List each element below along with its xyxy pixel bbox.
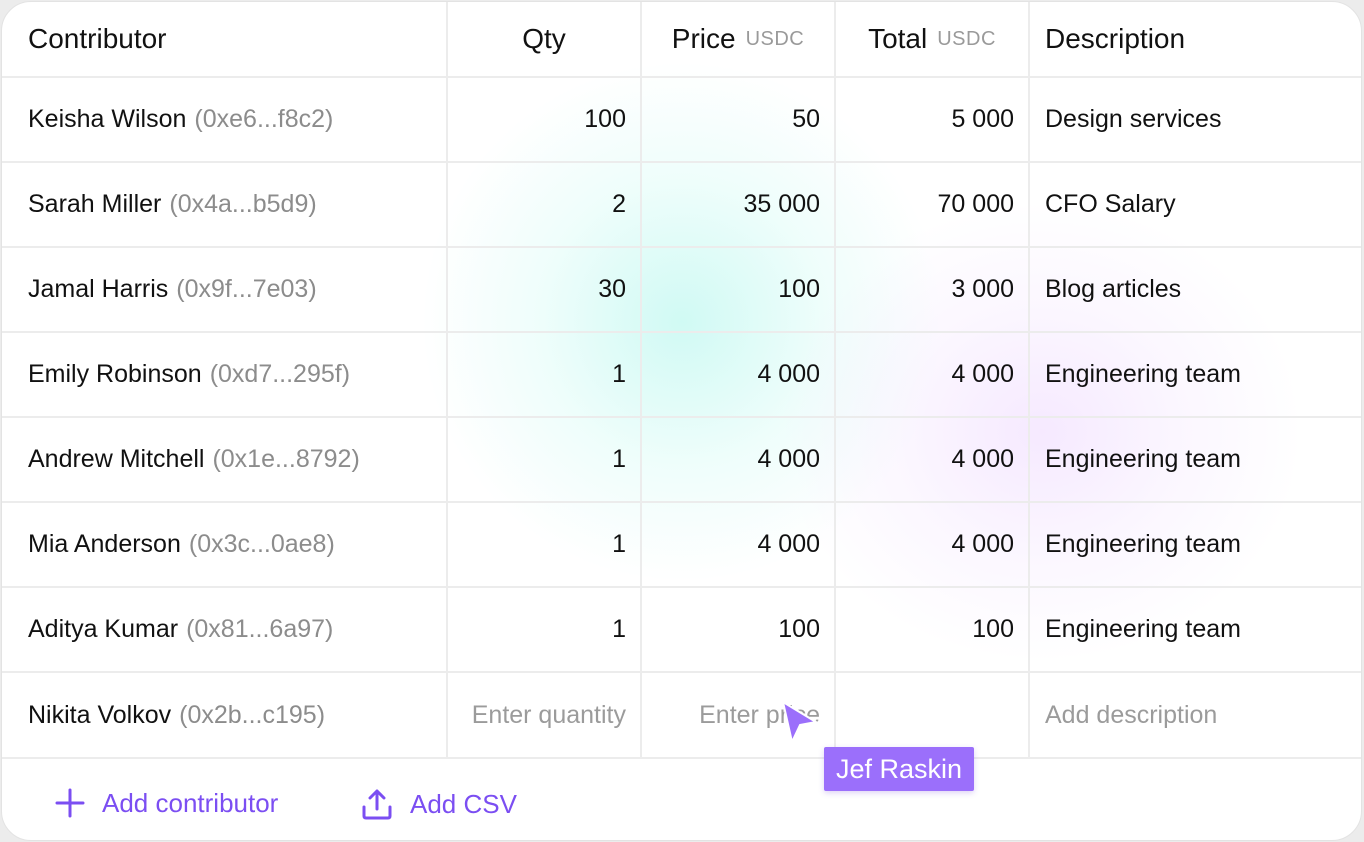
price-cell[interactable]: 35 000 — [640, 163, 834, 246]
price-cell[interactable]: 100 — [640, 248, 834, 331]
contributor-address: (0x81...6a97) — [186, 615, 334, 643]
contributor-name: Nikita Volkov — [28, 700, 172, 729]
table-row[interactable]: Keisha Wilson (0xe6...f8c2) 100 50 5 000 … — [2, 78, 1361, 163]
price-cell[interactable]: 100 — [640, 588, 834, 671]
contributor-cell[interactable]: Sarah Miller (0x4a...b5d9) — [2, 163, 446, 246]
total-cell: 5 000 — [834, 78, 1028, 161]
description-cell[interactable]: Engineering team — [1028, 418, 1361, 501]
price-cell[interactable]: 4 000 — [640, 503, 834, 586]
contributor-name: Andrew Mitchell — [28, 445, 205, 473]
qty-cell[interactable]: 2 — [446, 163, 640, 246]
header-price-unit: USDC — [745, 27, 805, 50]
upload-icon — [362, 789, 392, 820]
qty-cell[interactable]: 1 — [446, 503, 640, 586]
header-total: Total USDC — [834, 2, 1028, 76]
price-cell[interactable]: 4 000 — [640, 418, 834, 501]
table-row[interactable]: Jamal Harris (0x9f...7e03) 30 100 3 000 B… — [2, 248, 1361, 333]
collaborator-name: Jef Raskin — [836, 753, 963, 784]
contributor-address: (0xd7...295f) — [209, 360, 351, 388]
description-cell[interactable]: Blog articles — [1028, 248, 1361, 331]
description-cell[interactable]: Design services — [1028, 78, 1361, 161]
qty-cell[interactable]: 1 — [446, 418, 640, 501]
contributor-address: (0xe6...f8c2) — [194, 105, 334, 133]
contributor-address: (0x4a...b5d9) — [169, 190, 317, 218]
header-description: Description — [1028, 2, 1361, 76]
contributor-cell[interactable]: Aditya Kumar (0x81...6a97) — [2, 588, 446, 671]
header-total-label: Total — [868, 23, 928, 54]
header-description-label: Description — [1045, 23, 1186, 54]
new-contributor-row[interactable]: Nikita Volkov (0x2b...c195) Enter quantit… — [2, 673, 1361, 759]
header-contributor: Contributor — [2, 2, 446, 76]
table-header-row: Contributor Qty Price USDC Total USDC De… — [2, 2, 1361, 78]
total-cell — [834, 673, 1028, 757]
table-row[interactable]: Mia Anderson (0x3c...0ae8) 1 4 000 4 000 … — [2, 503, 1361, 588]
total-cell: 4 000 — [834, 503, 1028, 586]
contributor-cell[interactable]: Mia Anderson (0x3c...0ae8) — [2, 503, 446, 586]
description-input[interactable]: Add description — [1028, 673, 1361, 757]
total-cell: 100 — [834, 588, 1028, 671]
header-total-unit: USDC — [937, 27, 996, 50]
contributor-name: Sarah Miller — [28, 190, 162, 218]
description-cell[interactable]: CFO Salary — [1028, 163, 1361, 246]
plus-icon — [55, 788, 85, 818]
contributor-cell[interactable]: Jamal Harris (0x9f...7e03) — [2, 248, 446, 331]
qty-cell[interactable]: 30 — [446, 248, 640, 331]
contributor-name: Jamal Harris — [28, 275, 169, 303]
contributor-name: Mia Anderson — [28, 530, 181, 558]
contributor-cell[interactable]: Andrew Mitchell (0x1e...8792) — [2, 418, 446, 501]
add-contributor-label: Add contributor — [102, 787, 279, 818]
collaborator-cursor-icon — [782, 701, 817, 743]
description-cell[interactable]: Engineering team — [1028, 333, 1361, 416]
contributors-table-card: Contributor Qty Price USDC Total USDC De… — [1, 1, 1362, 841]
table-row[interactable]: Sarah Miller (0x4a...b5d9) 2 35 000 70 00… — [2, 163, 1361, 248]
description-cell[interactable]: Engineering team — [1028, 588, 1361, 671]
table-row[interactable]: Aditya Kumar (0x81...6a97) 1 100 100 Engi… — [2, 588, 1361, 673]
price-cell[interactable]: 4 000 — [640, 333, 834, 416]
description-cell[interactable]: Engineering team — [1028, 503, 1361, 586]
table-row[interactable]: Andrew Mitchell (0x1e...8792) 1 4 000 4 0… — [2, 418, 1361, 503]
header-qty: Qty — [446, 2, 640, 76]
contributor-address: (0x3c...0ae8) — [188, 530, 335, 558]
total-cell: 3 000 — [834, 248, 1028, 331]
total-cell: 4 000 — [834, 418, 1028, 501]
contributor-name: Keisha Wilson — [28, 105, 187, 133]
contributor-address: (0x2b...c195) — [179, 700, 326, 729]
header-price: Price USDC — [640, 2, 834, 76]
qty-cell[interactable]: 100 — [446, 78, 640, 161]
collaborator-name-tag: Jef Raskin — [824, 747, 975, 791]
table-footer: Add contributor Add CSV — [2, 759, 1361, 840]
qty-cell[interactable]: 1 — [446, 333, 640, 416]
total-cell: 4 000 — [834, 333, 1028, 416]
table-row[interactable]: Emily Robinson (0xd7...295f) 1 4 000 4 00… — [2, 333, 1361, 418]
contributor-cell[interactable]: Emily Robinson (0xd7...295f) — [2, 333, 446, 416]
header-contributor-label: Contributor — [28, 23, 167, 54]
total-cell: 70 000 — [834, 163, 1028, 246]
price-cell[interactable]: 50 — [640, 78, 834, 161]
contributor-address: (0x9f...7e03) — [176, 275, 317, 303]
quantity-input[interactable]: Enter quantity — [446, 673, 640, 757]
contributor-address: (0x1e...8792) — [212, 445, 360, 473]
contributor-name: Aditya Kumar — [28, 615, 179, 643]
header-qty-label: Qty — [522, 23, 566, 54]
add-contributor-button[interactable]: Add contributor — [54, 787, 278, 819]
add-csv-label: Add CSV — [410, 788, 517, 819]
add-csv-button[interactable]: Add CSV — [360, 787, 517, 821]
contributor-cell[interactable]: Keisha Wilson (0xe6...f8c2) — [2, 78, 446, 161]
header-price-label: Price — [671, 23, 736, 54]
qty-cell[interactable]: 1 — [446, 588, 640, 671]
contributor-cell[interactable]: Nikita Volkov (0x2b...c195) — [2, 673, 446, 757]
contributor-name: Emily Robinson — [28, 360, 202, 388]
